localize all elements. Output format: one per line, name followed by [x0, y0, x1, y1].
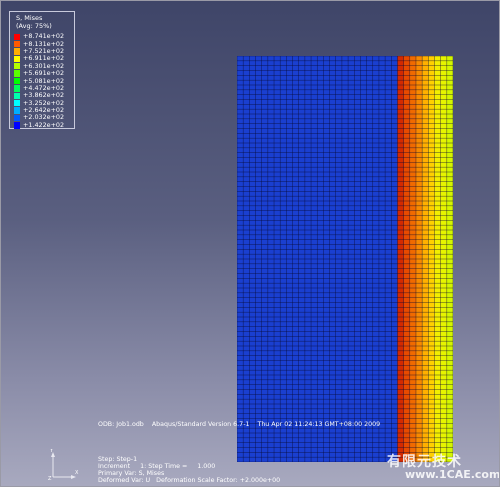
step-line: Step: Step-1: [98, 456, 138, 463]
increment-line: Increment 1: Step Time = 1.000: [98, 463, 216, 470]
legend-swatch: [14, 55, 20, 63]
legend-swatch: [14, 40, 20, 48]
deformed-var-line: Deformed Var: U Deformation Scale Factor…: [98, 477, 281, 484]
legend-swatch: [14, 92, 20, 100]
contour-legend: S, Mises (Avg: 75%) +8.741e+02 +8.131e+02…: [9, 11, 75, 129]
legend-swatch: [14, 122, 20, 129]
watermark-url: www.1CAE.com: [405, 468, 500, 481]
legend-swatch: [14, 107, 20, 114]
fe-model-mesh[interactable]: [237, 56, 453, 462]
legend-swatch: [14, 114, 20, 122]
axis-triad-icon: Y X Z: [48, 449, 79, 481]
legend-swatch: [14, 100, 20, 107]
legend-entries: +8.741e+02 +8.131e+02 +7.521e+02 +6.911e+02…: [14, 33, 64, 129]
legend-swatch: [14, 85, 20, 92]
svg-text:X: X: [75, 470, 79, 476]
legend-swatch: [14, 48, 20, 55]
legend-value: +1.422e+02: [23, 120, 65, 129]
legend-swatch: [14, 77, 20, 85]
legend-entry: +1.422e+02: [14, 120, 65, 129]
legend-swatch: [14, 33, 20, 40]
svg-text:Z: Z: [48, 476, 52, 481]
legend-swatch: [14, 70, 20, 77]
legend-swatch: [14, 63, 20, 70]
viewport[interactable]: S, Mises (Avg: 75%) +8.741e+02 +8.131e+02…: [0, 0, 500, 487]
legend-title: S, Mises: [16, 14, 43, 22]
legend-subtitle: (Avg: 75%): [16, 22, 52, 30]
primary-var-line: Primary Var: S, Mises: [98, 470, 165, 477]
